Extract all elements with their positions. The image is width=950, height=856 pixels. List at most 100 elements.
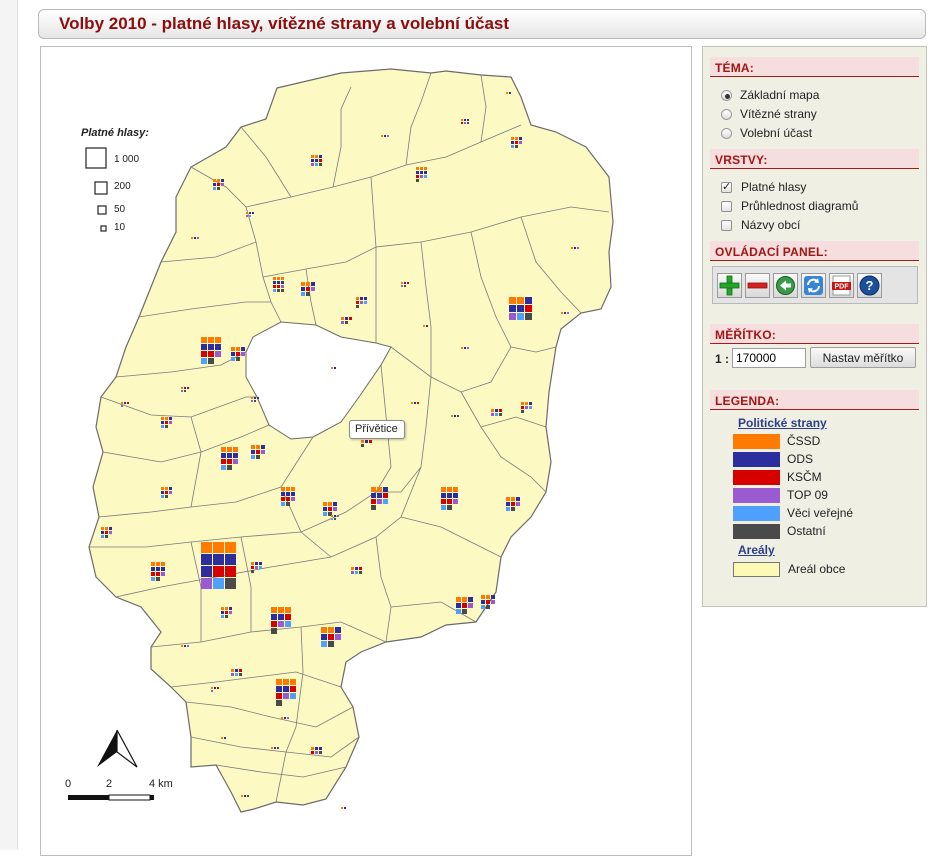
diagram-cell: [221, 615, 224, 618]
diagram-cell: [121, 405, 123, 407]
diagram-cell: [360, 297, 363, 300]
diagram-cell: [420, 171, 423, 174]
diagram-cell: [286, 502, 290, 506]
theme-option-winning-parties[interactable]: Vítězné strany: [721, 106, 817, 122]
zoom-in-button[interactable]: [717, 273, 742, 298]
diagram-cell: [571, 247, 573, 249]
diagram-cell: [284, 717, 286, 719]
zoom-out-button[interactable]: [745, 273, 770, 298]
diagram-cell: [377, 493, 382, 498]
diagram-cell: [255, 562, 258, 565]
diagram-cell: [420, 175, 423, 178]
theme-option-basic-map[interactable]: Základní mapa: [721, 87, 819, 103]
diagram-cell: [251, 455, 255, 459]
theme-option-turnout[interactable]: Volební účast: [721, 125, 812, 141]
legend-party-item: TOP 09: [733, 487, 828, 503]
diagram-cell: [491, 600, 495, 604]
diagram-cell: [256, 455, 260, 459]
diagram-cell: [495, 413, 498, 416]
diagram-cell: [246, 215, 248, 217]
diagram-cell: [441, 487, 446, 492]
diagram-cell: [213, 566, 224, 577]
diagram-cell: [208, 351, 214, 357]
diagram-cell: [383, 493, 388, 498]
map-canvas[interactable]: [41, 47, 692, 856]
radio-winning-parties[interactable]: [721, 108, 732, 120]
party-swatch: [733, 469, 780, 485]
checkbox-valid-votes[interactable]: ✓: [721, 181, 732, 193]
diagram-cell: [217, 183, 220, 186]
diagram-cell: [521, 410, 524, 413]
diagram-cell: [281, 497, 285, 501]
diagram-cell: [227, 453, 232, 458]
diagram-cell: [231, 347, 235, 351]
checkbox-diagram-transparency[interactable]: [721, 200, 732, 212]
diagram-cell: [281, 502, 285, 506]
diagram-cell: [333, 507, 337, 511]
diagram-cell: [290, 693, 296, 699]
scale-input[interactable]: [732, 348, 806, 368]
set-scale-button[interactable]: Nastav měřítko: [810, 347, 916, 368]
diagram-cell: [424, 171, 427, 174]
layer-valid-votes[interactable]: ✓ Platné hlasy: [721, 179, 806, 195]
diagram-cell: [519, 137, 522, 140]
diagram-cell: [227, 459, 232, 464]
diagram-cell: [333, 502, 337, 506]
diagram-cell: [276, 679, 282, 685]
diagram-cell: [301, 292, 305, 296]
diagram-cell: [251, 400, 253, 402]
diagram-cell: [517, 305, 524, 312]
diagram-cell: [509, 92, 511, 94]
diagram-cell: [208, 344, 214, 350]
diagram-cell: [201, 337, 207, 343]
radio-basic-map[interactable]: [721, 89, 732, 101]
diagram-cell: [201, 542, 212, 553]
diagram-cell: [271, 747, 273, 749]
diagram-cell: [451, 415, 453, 417]
radio-turnout[interactable]: [721, 127, 732, 139]
diagram-cell: [215, 344, 221, 350]
diagram-cell: [506, 502, 510, 506]
diagram-cell: [233, 453, 238, 458]
refresh-button[interactable]: [801, 273, 826, 298]
diagram-cell: [377, 499, 382, 504]
scale-bar: [68, 794, 154, 801]
back-button[interactable]: [773, 273, 798, 298]
diagram-cell: [285, 607, 291, 613]
scalebar-label-2: 2: [106, 778, 113, 790]
diagram-cell: [213, 542, 224, 553]
diagram-cell: [290, 686, 296, 692]
diagram-cell: [495, 409, 498, 412]
diagram-cell: [423, 325, 425, 327]
diagram-cell: [151, 562, 155, 566]
diagram-cell: [486, 600, 490, 604]
checkbox-municipality-names[interactable]: [721, 219, 732, 231]
layer-municipality-names[interactable]: Názvy obcí: [721, 217, 800, 233]
diagram-cell: [456, 597, 461, 602]
title-bar: Volby 2010 - platné hlasy, vítězné stran…: [38, 9, 926, 39]
diagram-cell: [517, 297, 524, 304]
pdf-export-button[interactable]: PDF: [829, 273, 854, 298]
diagram-cell: [441, 499, 446, 504]
diagram-cell: [281, 487, 285, 491]
diagram-cell: [383, 499, 388, 504]
diagram-cell: [349, 317, 352, 320]
diagram-cell: [259, 562, 262, 565]
diagram-cell: [276, 686, 282, 692]
diagram-cell: [311, 163, 314, 166]
diagram-cell: [278, 607, 284, 613]
diagram-cell: [221, 183, 224, 186]
diagram-cell: [101, 527, 104, 530]
layer-diagram-transparency[interactable]: Průhlednost diagramů: [721, 198, 858, 214]
party-label: ČSSD: [787, 434, 821, 448]
help-button[interactable]: ?: [857, 273, 882, 298]
diagram-cell: [208, 337, 214, 343]
diagram-cell: [187, 387, 189, 389]
diagram-cell: [365, 440, 368, 443]
area-swatch: [733, 561, 780, 577]
party-label: ODS: [787, 452, 814, 466]
map-panel[interactable]: Platné hlasy: 1 000 200 50 10 0 2 4 km P…: [40, 46, 692, 856]
diagram-cell: [301, 282, 305, 286]
diagram-cell: [221, 607, 224, 610]
diagram-cell: [283, 686, 289, 692]
